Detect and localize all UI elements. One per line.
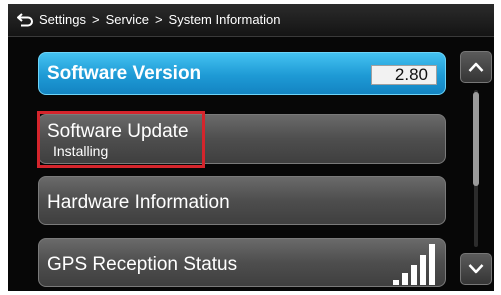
header-bar: Settings > Service > System Information [8,4,494,37]
scroll-thumb[interactable] [473,92,479,186]
menu-item-gps-reception-status[interactable]: GPS Reception Status [38,238,446,287]
breadcrumb: Settings > Service > System Information [39,12,281,28]
menu-item-label: GPS Reception Status [47,254,238,275]
breadcrumb-separator: > [91,12,100,27]
menu-item-software-version[interactable]: Software Version 2.80 [38,52,446,95]
menu-item-hardware-information[interactable]: Hardware Information [38,176,446,225]
page: Settings > Service > System Information Soft… [0,0,501,295]
signal-strength-icon [393,244,435,285]
menu-item-software-update[interactable]: Software Update Installing [38,114,446,164]
scroll-down-button[interactable] [460,253,492,285]
breadcrumb-system-information: System Information [168,12,281,27]
screen: Settings > Service > System Information Soft… [8,4,494,291]
breadcrumb-separator: > [154,12,163,27]
chevron-down-icon [468,264,484,274]
chevron-up-icon [468,62,484,72]
menu-item-label: Software Version [47,63,202,84]
update-status: Installing [53,143,109,159]
menu-item-label: Software Update [47,121,189,142]
menu-item-label: Hardware Information [47,192,230,213]
back-arrow-icon[interactable] [17,13,33,27]
scroll-up-button[interactable] [460,51,492,83]
software-version-value: 2.80 [371,65,437,85]
breadcrumb-service[interactable]: Service [106,12,149,27]
breadcrumb-settings[interactable]: Settings [39,12,86,27]
